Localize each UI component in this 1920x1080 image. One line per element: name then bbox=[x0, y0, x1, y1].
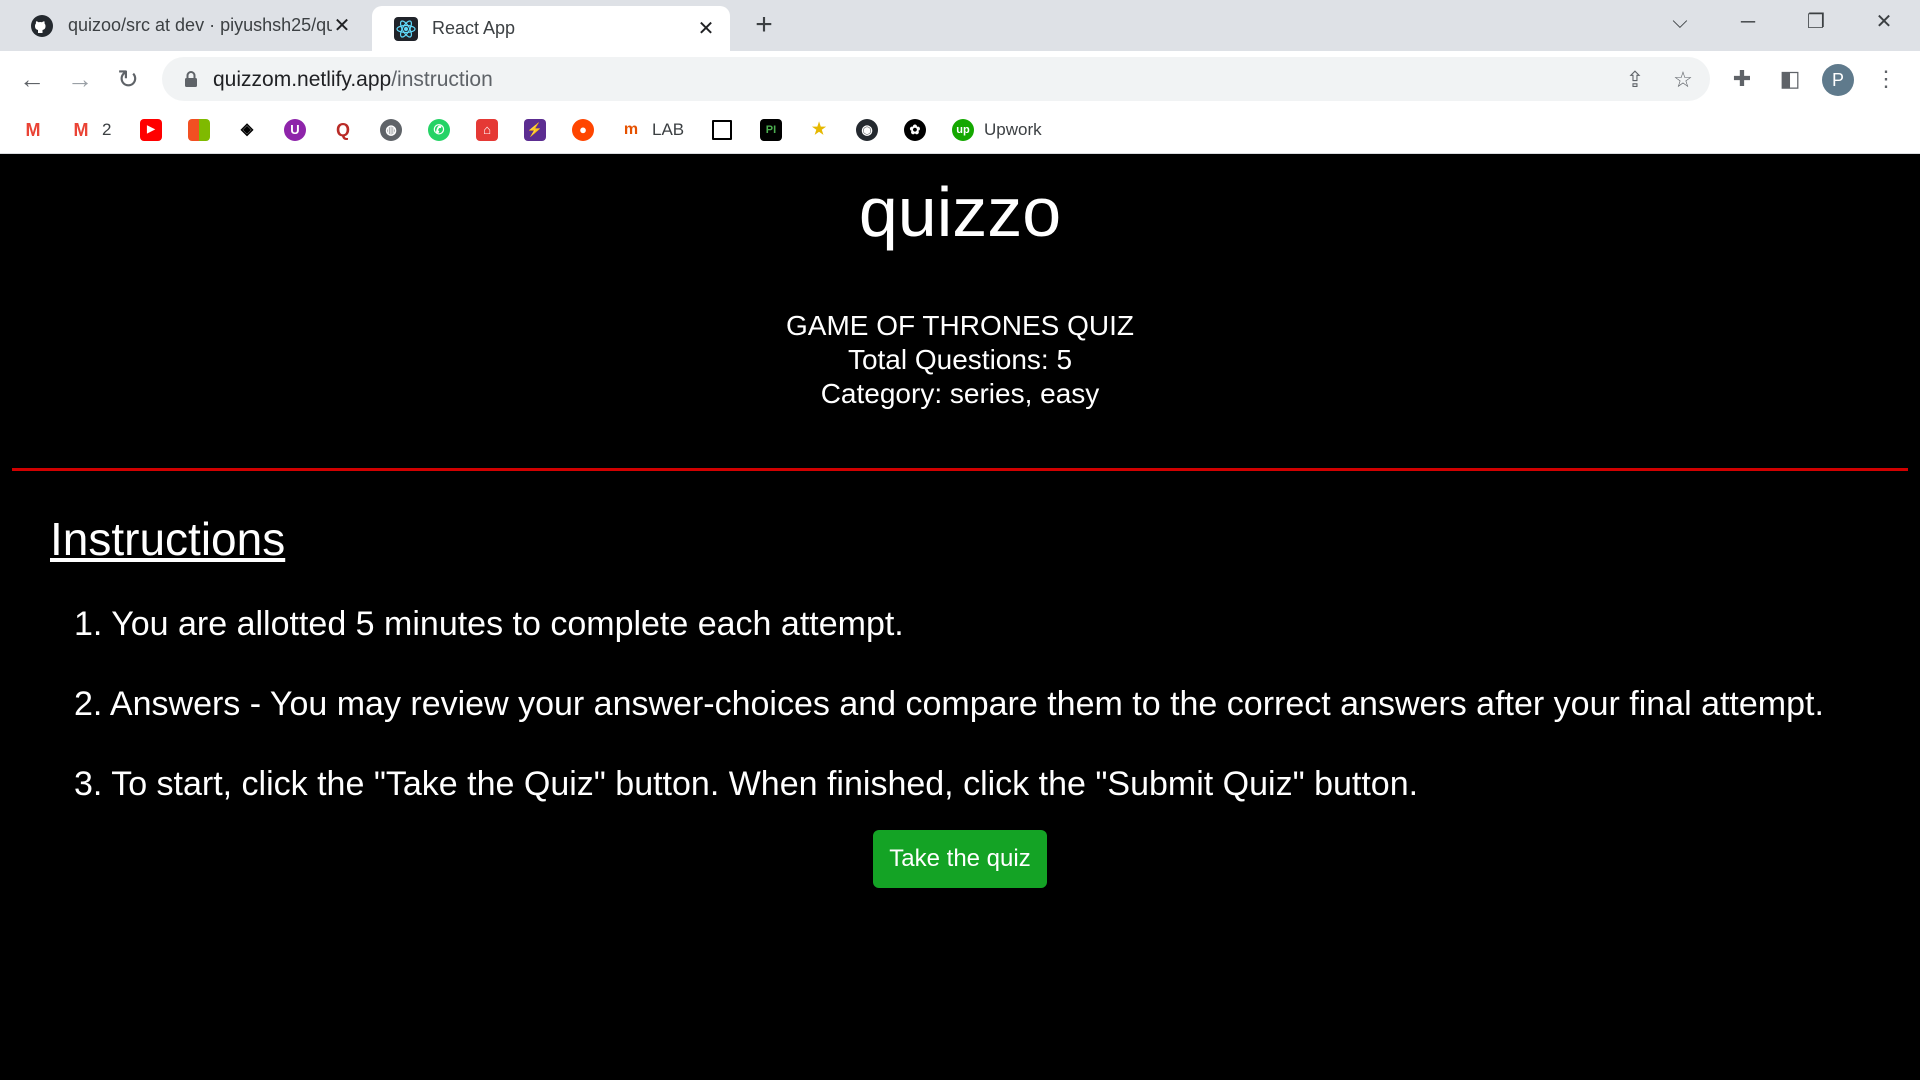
gmail-icon: M bbox=[22, 119, 44, 141]
bookmark-whatsapp[interactable]: ✆ bbox=[428, 118, 450, 142]
gmail-icon: M bbox=[70, 119, 92, 141]
lab-icon: m bbox=[620, 119, 642, 141]
bookmark-quora[interactable]: Q bbox=[332, 118, 354, 142]
address-bar[interactable]: quizzom.netlify.app/instruction ⇪ ☆ bbox=[162, 57, 1710, 101]
url-text: quizzom.netlify.app/instruction bbox=[213, 68, 493, 92]
reload-icon[interactable]: ↻ bbox=[112, 63, 144, 95]
close-tab-icon[interactable]: ✕ bbox=[332, 13, 352, 38]
chatgpt-icon: ✿ bbox=[904, 119, 926, 141]
total-questions: Total Questions: 5 bbox=[847, 344, 1073, 375]
bookmark-gmail-2[interactable]: M2 bbox=[70, 118, 111, 142]
quiz-name: GAME OF THRONES QUIZ bbox=[786, 310, 1134, 341]
bookmark-globe[interactable]: ◍ bbox=[380, 118, 402, 142]
extensions-icon[interactable]: ✚ bbox=[1726, 63, 1758, 95]
instructions-list: 1. You are allotted 5 minutes to complet… bbox=[74, 602, 1874, 842]
brand-title: quizzo bbox=[858, 173, 1062, 251]
bookmark-gmail[interactable]: M bbox=[22, 118, 44, 142]
bookmark-runner[interactable]: ★ bbox=[808, 118, 830, 142]
reddit-icon: ● bbox=[572, 119, 594, 141]
runner-icon: ★ bbox=[808, 119, 830, 141]
close-tab-icon[interactable]: ✕ bbox=[696, 16, 716, 41]
github-icon bbox=[31, 14, 53, 37]
quiz-info: GAME OF THRONES QUIZ Total Questions: 5 … bbox=[0, 309, 1920, 411]
minimize-button[interactable]: ─ bbox=[1724, 0, 1772, 44]
red-app-icon: ⌂ bbox=[476, 119, 498, 141]
bookmarks-bar: M M2 ▶ ◈ U Q ◍ ✆ ⌂ ⚡ ● m LAB PI ★ ◉ ✿ up U… bbox=[0, 107, 1920, 154]
tab-search-icon[interactable]: ⌵ bbox=[1656, 0, 1704, 44]
instruction-item: 2. Answers - You may review your answer-… bbox=[74, 685, 1824, 723]
quiz-category: Category: series, easy bbox=[820, 378, 1100, 409]
bookmark-purple-app[interactable]: U bbox=[284, 118, 306, 142]
bookmark-label: LAB bbox=[652, 120, 685, 139]
side-panel-icon[interactable]: ◧ bbox=[1774, 63, 1806, 95]
instruction-item: 1. You are allotted 5 minutes to complet… bbox=[74, 605, 904, 643]
bookmark-lab[interactable]: m LAB bbox=[620, 118, 684, 142]
new-tab-button[interactable]: + bbox=[748, 8, 780, 42]
bookmark-youtube[interactable]: ▶ bbox=[140, 118, 162, 142]
whatsapp-icon: ✆ bbox=[428, 119, 450, 141]
restore-button[interactable]: ❐ bbox=[1792, 0, 1840, 44]
lock-icon bbox=[185, 71, 197, 87]
instructions-heading: Instructions bbox=[50, 513, 286, 565]
tab-github[interactable]: quizoo/src at dev · piyushsh25/quizoo ✕ bbox=[8, 0, 366, 51]
browser-tabstrip: quizoo/src at dev · piyushsh25/quizoo ✕ … bbox=[0, 0, 1920, 51]
bookmark-red-app[interactable]: ⌂ bbox=[476, 118, 498, 142]
bookmark-pi[interactable]: PI bbox=[760, 118, 782, 142]
bookmark-upwork[interactable]: up Upwork bbox=[952, 118, 1042, 142]
bookmark-codepen[interactable]: ◈ bbox=[236, 118, 258, 142]
take-quiz-button[interactable]: Take the quiz bbox=[873, 830, 1047, 888]
youtube-icon: ▶ bbox=[140, 119, 162, 141]
divider-line bbox=[12, 468, 1908, 471]
lightning-icon: ⚡ bbox=[524, 119, 546, 141]
bookmark-square[interactable] bbox=[712, 118, 732, 142]
codepen-icon: ◈ bbox=[236, 119, 258, 141]
bookmark-label: 2 bbox=[102, 120, 112, 139]
tab-title: React App bbox=[432, 18, 516, 38]
profile-avatar[interactable]: P bbox=[1822, 64, 1854, 96]
upwork-icon: up bbox=[952, 119, 974, 141]
tab-react-app[interactable]: React App ✕ bbox=[372, 6, 730, 51]
tab-title: quizoo/src at dev · piyushsh25/quizoo bbox=[68, 15, 332, 35]
globe-icon: ◍ bbox=[380, 119, 402, 141]
github-icon: ◉ bbox=[856, 119, 878, 141]
purple-app-icon: U bbox=[284, 119, 306, 141]
bookmark-microsoft[interactable] bbox=[188, 118, 210, 142]
url-host: quizzom.netlify.app bbox=[213, 68, 392, 91]
browser-toolbar: ← → ↻ quizzom.netlify.app/instruction ⇪ … bbox=[0, 51, 1920, 107]
react-icon bbox=[394, 16, 418, 41]
back-arrow-icon[interactable]: ← bbox=[16, 63, 48, 95]
pi-icon: PI bbox=[760, 119, 782, 141]
close-window-button[interactable]: ✕ bbox=[1860, 0, 1908, 44]
quora-icon: Q bbox=[332, 119, 354, 141]
quiz-page: quizzo GAME OF THRONES QUIZ Total Questi… bbox=[0, 154, 1920, 1080]
bookmark-label: Upwork bbox=[984, 120, 1042, 139]
bookmark-reddit[interactable]: ● bbox=[572, 118, 594, 142]
share-icon[interactable]: ⇪ bbox=[1622, 67, 1648, 93]
bookmark-github[interactable]: ◉ bbox=[856, 118, 878, 142]
bookmark-star-icon[interactable]: ☆ bbox=[1670, 67, 1696, 93]
bookmark-chatgpt[interactable]: ✿ bbox=[904, 118, 926, 142]
square-icon bbox=[712, 120, 732, 140]
bookmark-lightning[interactable]: ⚡ bbox=[524, 118, 546, 142]
forward-arrow-icon[interactable]: → bbox=[64, 63, 96, 95]
microsoft-icon bbox=[188, 119, 210, 141]
url-path: /instruction bbox=[391, 68, 493, 91]
menu-kebab-icon[interactable]: ⋮ bbox=[1870, 63, 1902, 95]
